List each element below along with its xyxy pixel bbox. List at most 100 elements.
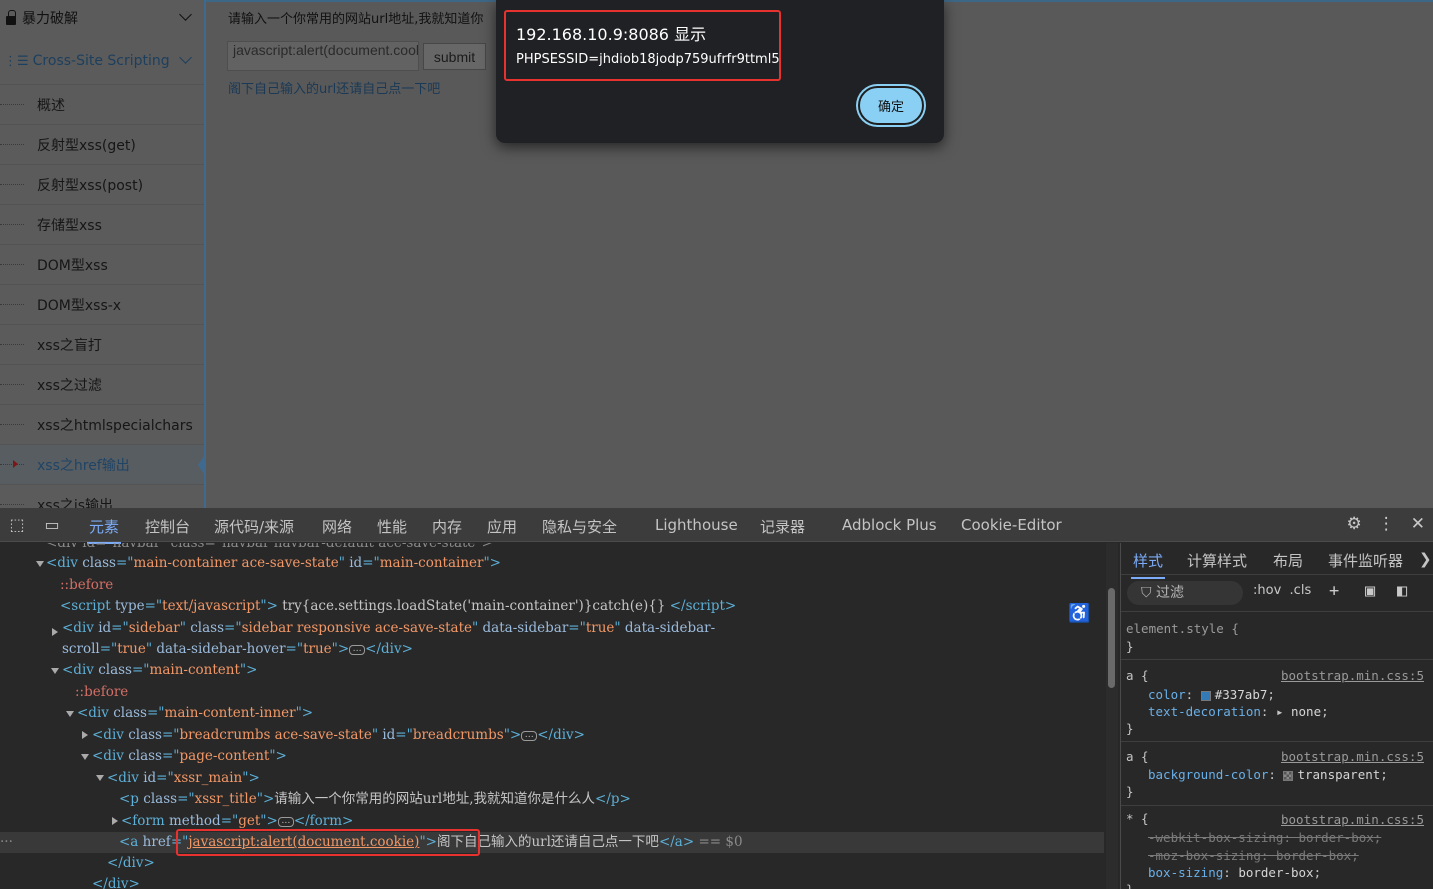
lock-icon <box>6 9 16 25</box>
rule-declaration-overridden[interactable]: -moz-box-sizing: border-box; <box>1148 848 1359 863</box>
rule-source-link[interactable]: bootstrap.min.css:5 <box>1281 668 1424 683</box>
dom-line-before[interactable]: ::before <box>75 682 128 703</box>
user-url-link[interactable]: 阁下自己输入的url还请自己点一下吧 <box>228 78 440 97</box>
tab-adblock-plus[interactable]: Adblock Plus <box>842 516 937 534</box>
rule-source-link[interactable]: bootstrap.min.css:5 <box>1281 812 1424 827</box>
paint-icon[interactable]: ▣ <box>1365 581 1375 601</box>
tab-memory[interactable]: 内存 <box>432 516 462 537</box>
sidebar-item-active[interactable]: xss之href输出 <box>0 444 204 484</box>
dom-line-breadcrumbs[interactable]: <div class="breadcrumbs ace-save-state" … <box>92 725 585 746</box>
sidebar-item[interactable]: 反射型xss(post) <box>0 164 204 204</box>
expand-triangle-icon[interactable] <box>96 775 104 781</box>
more-tabs-icon[interactable]: ❯ <box>1419 550 1432 568</box>
tab-network[interactable]: 网络 <box>322 516 352 537</box>
elements-scrollbar[interactable] <box>1106 543 1118 889</box>
url-input[interactable]: javascript:alert(document.cookie) <box>227 41 419 71</box>
dom-line-main-container[interactable]: <div class="main-container ace-save-stat… <box>46 553 501 574</box>
expand-triangle-icon[interactable] <box>81 754 89 760</box>
rule-declaration[interactable]: text-decoration: ▸ none; <box>1148 704 1329 719</box>
tab-privacy-security[interactable]: 隐私与安全 <box>542 516 617 537</box>
tab-elements[interactable]: 元素 <box>86 516 122 544</box>
color-swatch[interactable] <box>1200 690 1211 701</box>
rule-declaration[interactable]: background-color: transparent; <box>1148 767 1388 782</box>
rule-selector[interactable]: a { <box>1126 668 1149 683</box>
element-style-selector[interactable]: element.style { <box>1126 621 1239 636</box>
kebab-menu-icon[interactable]: ⋮ <box>1378 514 1395 534</box>
rule-source-link[interactable]: bootstrap.min.css:5 <box>1281 749 1424 764</box>
tab-console[interactable]: 控制台 <box>145 516 190 537</box>
rule-close: } <box>1126 882 1134 889</box>
rule-declaration[interactable]: box-sizing: border-box; <box>1148 865 1321 880</box>
dom-line-close-div[interactable]: </div> <box>92 874 140 889</box>
plus-icon[interactable]: + <box>1329 581 1339 601</box>
dom-line-main-content-inner[interactable]: <div class="main-content-inner"> <box>77 703 313 724</box>
expand-triangle-icon[interactable] <box>82 731 88 739</box>
submit-button[interactable]: submit <box>423 43 486 70</box>
expand-triangle-icon[interactable] <box>66 711 74 717</box>
dom-line-sidebar-cont[interactable]: scroll="true" data-sidebar-hover="true">… <box>62 639 413 660</box>
close-icon[interactable]: ✕ <box>1411 514 1425 534</box>
sidebar-item[interactable]: xss之过滤 <box>0 364 204 404</box>
ellipsis-icon[interactable]: … <box>277 816 294 827</box>
ellipsis-icon[interactable]: … <box>349 644 366 655</box>
rule-selector[interactable]: a { <box>1126 749 1149 764</box>
tab-computed[interactable]: 计算样式 <box>1187 550 1247 571</box>
sidebar-item[interactable]: 反射型xss(get) <box>0 124 204 164</box>
sidebar-item-label: xss之盲打 <box>37 337 102 354</box>
color-swatch[interactable] <box>1283 770 1294 781</box>
filter-icon: ⛉ <box>1141 585 1156 601</box>
sidebar-item[interactable]: DOM型xss-x <box>0 284 204 324</box>
tab-performance[interactable]: 性能 <box>377 516 407 537</box>
sidebar-item[interactable]: xss之htmlspecialchars <box>0 404 204 444</box>
tab-styles[interactable]: 样式 <box>1130 550 1166 579</box>
tab-lighthouse[interactable]: Lighthouse <box>655 516 738 534</box>
gear-icon[interactable]: ⚙ <box>1347 514 1362 534</box>
cls-toggle[interactable]: .cls <box>1290 583 1312 598</box>
device-toggle-icon[interactable]: ▭ <box>42 515 62 534</box>
sidebar-item[interactable]: DOM型xss <box>0 244 204 284</box>
dom-line-page-content[interactable]: <div class="page-content"> <box>92 746 287 767</box>
expand-triangle-icon[interactable] <box>51 668 59 674</box>
sidebar-section-brute-force[interactable]: 暴力破解 <box>0 0 204 36</box>
dom-line-xssr-title[interactable]: <p class="xssr_title">请输入一个你常用的网站url地址,我… <box>119 789 631 810</box>
alert-ok-button[interactable]: 确定 <box>858 86 924 125</box>
expand-triangle-icon[interactable] <box>112 817 118 825</box>
sidebar-item[interactable]: 概述 <box>0 84 204 124</box>
dom-line-before[interactable]: ::before <box>60 575 113 596</box>
sidebar-section-xss[interactable]: ⋮☰ Cross-Site Scripting <box>0 43 204 79</box>
sidebar-item[interactable]: 存储型xss <box>0 204 204 244</box>
styles-filter-input[interactable]: ⛉ 过滤 <box>1127 581 1243 605</box>
tab-event-listeners[interactable]: 事件监听器 <box>1328 550 1403 571</box>
inspect-icon[interactable]: ⬚ <box>7 515 27 534</box>
rule-declaration[interactable]: color: #337ab7; <box>1148 687 1275 702</box>
dom-line-xssr-main[interactable]: <div id="xssr_main"> <box>107 768 260 789</box>
tab-application[interactable]: 应用 <box>487 516 517 537</box>
sidebar-item[interactable]: xss之js输出 <box>0 484 204 508</box>
elements-tree: <div id="navbar" class="navbar navbar-de… <box>0 543 1104 889</box>
tab-recorder[interactable]: 记录器 <box>760 516 805 537</box>
expand-triangle-icon[interactable] <box>52 628 58 636</box>
accessibility-icon[interactable]: ♿ <box>1068 603 1090 624</box>
ellipsis-icon[interactable]: … <box>521 730 538 741</box>
expand-triangle-icon[interactable] <box>36 561 44 567</box>
dom-line-sidebar[interactable]: <div id="sidebar" class="sidebar respons… <box>62 618 715 639</box>
rule-selector[interactable]: * { <box>1126 811 1149 826</box>
sidebar-toggle-icon[interactable]: ◧ <box>1397 581 1407 601</box>
tab-cookie-editor[interactable]: Cookie-Editor <box>961 516 1062 534</box>
tab-sources[interactable]: 源代码/来源 <box>214 516 294 537</box>
dom-line-close-div[interactable]: </div> <box>107 853 155 874</box>
alert-message: PHPSESSID=jhdiob18jodp759ufrfr9ttml5 <box>516 52 780 67</box>
rule-separator <box>1121 611 1433 612</box>
sidebar-item-label: 存储型xss <box>37 217 102 234</box>
rule-declaration-overridden[interactable]: -webkit-box-sizing: border-box; <box>1148 830 1381 845</box>
dom-line-main-content[interactable]: <div class="main-content"> <box>62 660 257 681</box>
dom-line-script[interactable]: <script type="text/javascript"> try{ace.… <box>60 596 736 617</box>
hov-toggle[interactable]: :hov <box>1253 583 1281 598</box>
dom-line-dots: ··· <box>0 834 13 850</box>
styles-pane: 样式 计算样式 布局 事件监听器 ❯ ⛉ 过滤 :hov .cls + ▣ ◧ … <box>1120 543 1433 889</box>
devtools-actions: ⚙ ⋮ ✕ <box>1347 514 1426 534</box>
sidebar-item-label: 概述 <box>37 97 65 114</box>
scrollbar-thumb[interactable] <box>1108 588 1115 688</box>
sidebar-item[interactable]: xss之盲打 <box>0 324 204 364</box>
tab-layout[interactable]: 布局 <box>1273 550 1303 571</box>
